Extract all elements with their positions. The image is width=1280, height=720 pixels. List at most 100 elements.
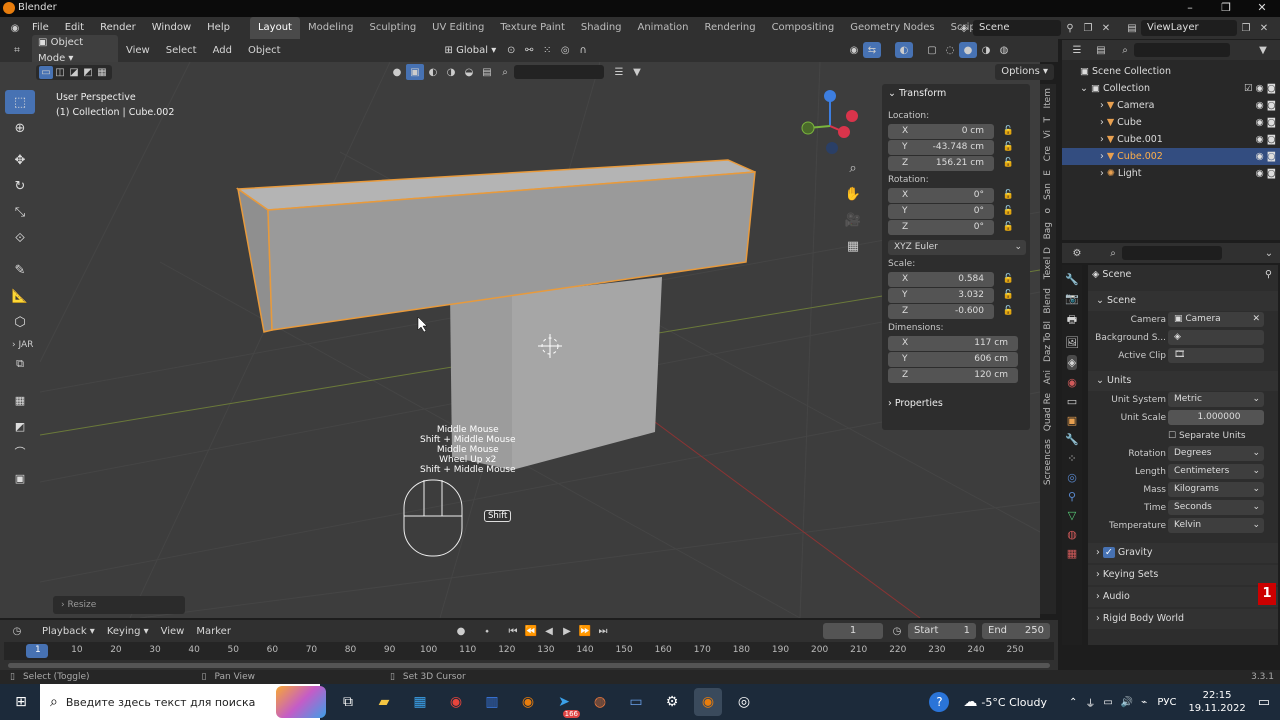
menu-playback[interactable]: Playback ▾ <box>36 626 101 637</box>
chevron-down-icon[interactable]: ⌄ <box>1260 245 1278 261</box>
visibility-toggles[interactable]: ◉ ◙ <box>1255 148 1276 165</box>
sidebar-tab[interactable]: T <box>1043 113 1053 127</box>
next-keyframe-icon[interactable]: ⏩ <box>576 623 594 639</box>
outliner-item-cube-002[interactable]: › ▼ Cube.002 ◉ ◙ <box>1062 148 1280 165</box>
addon-tool-3[interactable]: ◩ <box>5 414 35 438</box>
frame-ruler[interactable]: 1 10 20 30 40 50 60 70 80 90 100 110 120 130 140 150 160… <box>4 642 1054 660</box>
draw-texture-icon[interactable]: ▤ <box>478 64 496 80</box>
temperature-units-dropdown[interactable]: Kelvin ⌄ <box>1168 518 1264 533</box>
dimension-z-field[interactable]: Z 120 cm <box>888 368 1018 383</box>
view-layer-tab-icon[interactable]: 🖼 <box>1065 336 1079 349</box>
world-tab-icon[interactable]: ◉ <box>1067 376 1077 389</box>
blender-active-icon[interactable]: ◉ <box>694 688 722 716</box>
visibility-icon[interactable]: ◉ <box>845 42 863 58</box>
menu-marker[interactable]: Marker <box>190 626 237 637</box>
dimension-y-field[interactable]: Y 606 cm <box>888 352 1018 367</box>
file-explorer-icon[interactable]: ▰ <box>370 688 398 716</box>
scale-z-field[interactable]: Z -0.600 🔓 <box>888 304 1014 319</box>
rendered-shading-icon[interactable]: ◍ <box>995 42 1013 58</box>
scale-x-field[interactable]: X 0.584 🔓 <box>888 272 1014 287</box>
clock-icon[interactable]: ◷ <box>888 623 906 639</box>
solid-shading-icon[interactable]: ● <box>959 42 977 58</box>
rotation-units-dropdown[interactable]: Degrees ⌄ <box>1168 446 1264 461</box>
sidebar-tab[interactable]: San <box>1043 179 1053 204</box>
location-z-field[interactable]: Z 156.21 cm 🔓 <box>888 156 1014 171</box>
tab-modeling[interactable]: Modeling <box>300 17 362 39</box>
output-tab-icon[interactable]: 🖶 <box>1067 311 1077 330</box>
filter-icon[interactable]: ▼ <box>1254 42 1272 58</box>
annotate-tool[interactable]: ✎ <box>5 258 35 282</box>
visibility-toggles[interactable]: ◉ ◙ <box>1255 131 1276 148</box>
camera-field[interactable]: ▣ Camera ✕ <box>1168 312 1264 327</box>
audio-section-header[interactable]: › Audio <box>1088 587 1278 607</box>
menu-window[interactable]: Window <box>144 17 199 39</box>
remote-desktop-icon[interactable]: ▭ <box>622 688 650 716</box>
overlay-toggle-icon[interactable]: ◐ <box>895 42 913 58</box>
weather-label[interactable]: -5°C Cloudy <box>981 696 1047 709</box>
lock-icon[interactable]: 🔓 <box>1003 288 1014 303</box>
orientation-dropdown[interactable]: ⊞ Global ▾ <box>438 42 503 59</box>
maximize-button[interactable]: ❐ <box>1208 0 1244 16</box>
record-icon[interactable]: ● <box>452 623 470 639</box>
view-layer-field[interactable]: ViewLayer <box>1141 20 1237 36</box>
tab-shading[interactable]: Shading <box>573 17 630 39</box>
blender-menu-icon[interactable]: ◉ <box>6 20 24 36</box>
draw-solid-icon[interactable]: ▣ <box>406 64 424 80</box>
outliner-item-camera[interactable]: › ▼ Camera ◉ ◙ <box>1062 97 1280 114</box>
options-dropdown[interactable]: Options ▾ <box>995 64 1054 80</box>
lock-icon[interactable]: 🔓 <box>1003 272 1014 287</box>
firefox-icon[interactable]: ◍ <box>586 688 614 716</box>
sidebar-tab[interactable]: Blend <box>1043 284 1053 318</box>
falloff-icon[interactable]: ∩ <box>574 43 592 59</box>
active-clip-field[interactable]: 🎞 <box>1168 348 1264 363</box>
select-box-tool[interactable]: ⬚ <box>5 90 35 114</box>
last-operator-panel[interactable]: › Resize <box>53 596 185 614</box>
menu-help[interactable]: Help <box>199 17 238 39</box>
lock-icon[interactable]: 🔓 <box>1003 124 1014 139</box>
scene-collection-row[interactable]: ▣ Scene Collection <box>1062 63 1280 80</box>
pin-icon[interactable]: ⚲ <box>1265 265 1272 285</box>
select-subtract-icon[interactable]: ◪ <box>67 66 81 79</box>
properties-search-input[interactable] <box>1122 246 1222 260</box>
tab-layout[interactable]: Layout <box>249 17 300 39</box>
snap-icon[interactable]: ⚯ <box>520 43 538 59</box>
tab-geometry-nodes[interactable]: Geometry Nodes <box>842 17 942 39</box>
search-icon[interactable]: ⌕ <box>496 64 514 80</box>
sidebar-tab[interactable]: Vi <box>1043 126 1053 142</box>
data-tab-icon[interactable]: ▽ <box>1068 509 1076 522</box>
timeline-editor-icon[interactable]: ◷ <box>8 623 26 639</box>
modifier-tab-icon[interactable]: 🔧 <box>1065 433 1079 446</box>
add-cube-tool[interactable]: ⬡ <box>5 310 35 334</box>
time-units-dropdown[interactable]: Seconds ⌄ <box>1168 500 1264 515</box>
sidebar-tab[interactable]: Ani <box>1043 366 1053 388</box>
collection-row[interactable]: ⌄ ▣ Collection ☑ ◉ ◙ <box>1062 80 1280 97</box>
lock-icon[interactable]: 🔓 <box>1003 140 1014 155</box>
properties-editor-icon[interactable]: ⚙ <box>1068 245 1086 261</box>
xray-icon[interactable]: ▢ <box>923 42 941 58</box>
minimize-button[interactable]: – <box>1172 0 1208 16</box>
help-icon[interactable]: ? <box>929 692 950 712</box>
usb-icon[interactable]: ⏚ <box>1085 695 1095 710</box>
viewport-search-input[interactable] <box>514 65 604 79</box>
prev-keyframe-icon[interactable]: ⏪ <box>522 623 540 639</box>
addon-tool-2[interactable]: ▦ <box>5 388 35 412</box>
tab-rendering[interactable]: Rendering <box>696 17 763 39</box>
tab-sculpting[interactable]: Sculpting <box>361 17 424 39</box>
filter-list-icon[interactable]: ☰ <box>610 64 628 80</box>
menu-select[interactable]: Select <box>158 45 205 56</box>
transform-header[interactable]: ⌄ Transform <box>882 84 1030 103</box>
windows-start-icon[interactable]: ⊞ <box>6 688 36 716</box>
location-x-field[interactable]: X 0 cm 🔓 <box>888 124 1014 139</box>
speaker-icon[interactable]: 🔊 <box>1121 697 1133 708</box>
blender-taskbar-icon[interactable]: ◉ <box>514 688 542 716</box>
sidebar-tab[interactable]: o <box>1043 204 1053 218</box>
rotation-z-field[interactable]: Z 0° 🔓 <box>888 220 1014 235</box>
unit-scale-field[interactable]: 1.000000 <box>1168 410 1264 425</box>
gizmo-toggle-icon[interactable]: ⇆ <box>863 42 881 58</box>
proportional-edit-icon[interactable]: ◎ <box>556 43 574 59</box>
delete-view-layer-icon[interactable]: ✕ <box>1255 20 1273 36</box>
keying-sets-section-header[interactable]: › Keying Sets <box>1088 565 1278 585</box>
constraints-tab-icon[interactable]: ⚲ <box>1068 490 1076 503</box>
play-reverse-icon[interactable]: ◀ <box>540 623 558 639</box>
scene-name-field[interactable]: Scene <box>973 20 1061 36</box>
